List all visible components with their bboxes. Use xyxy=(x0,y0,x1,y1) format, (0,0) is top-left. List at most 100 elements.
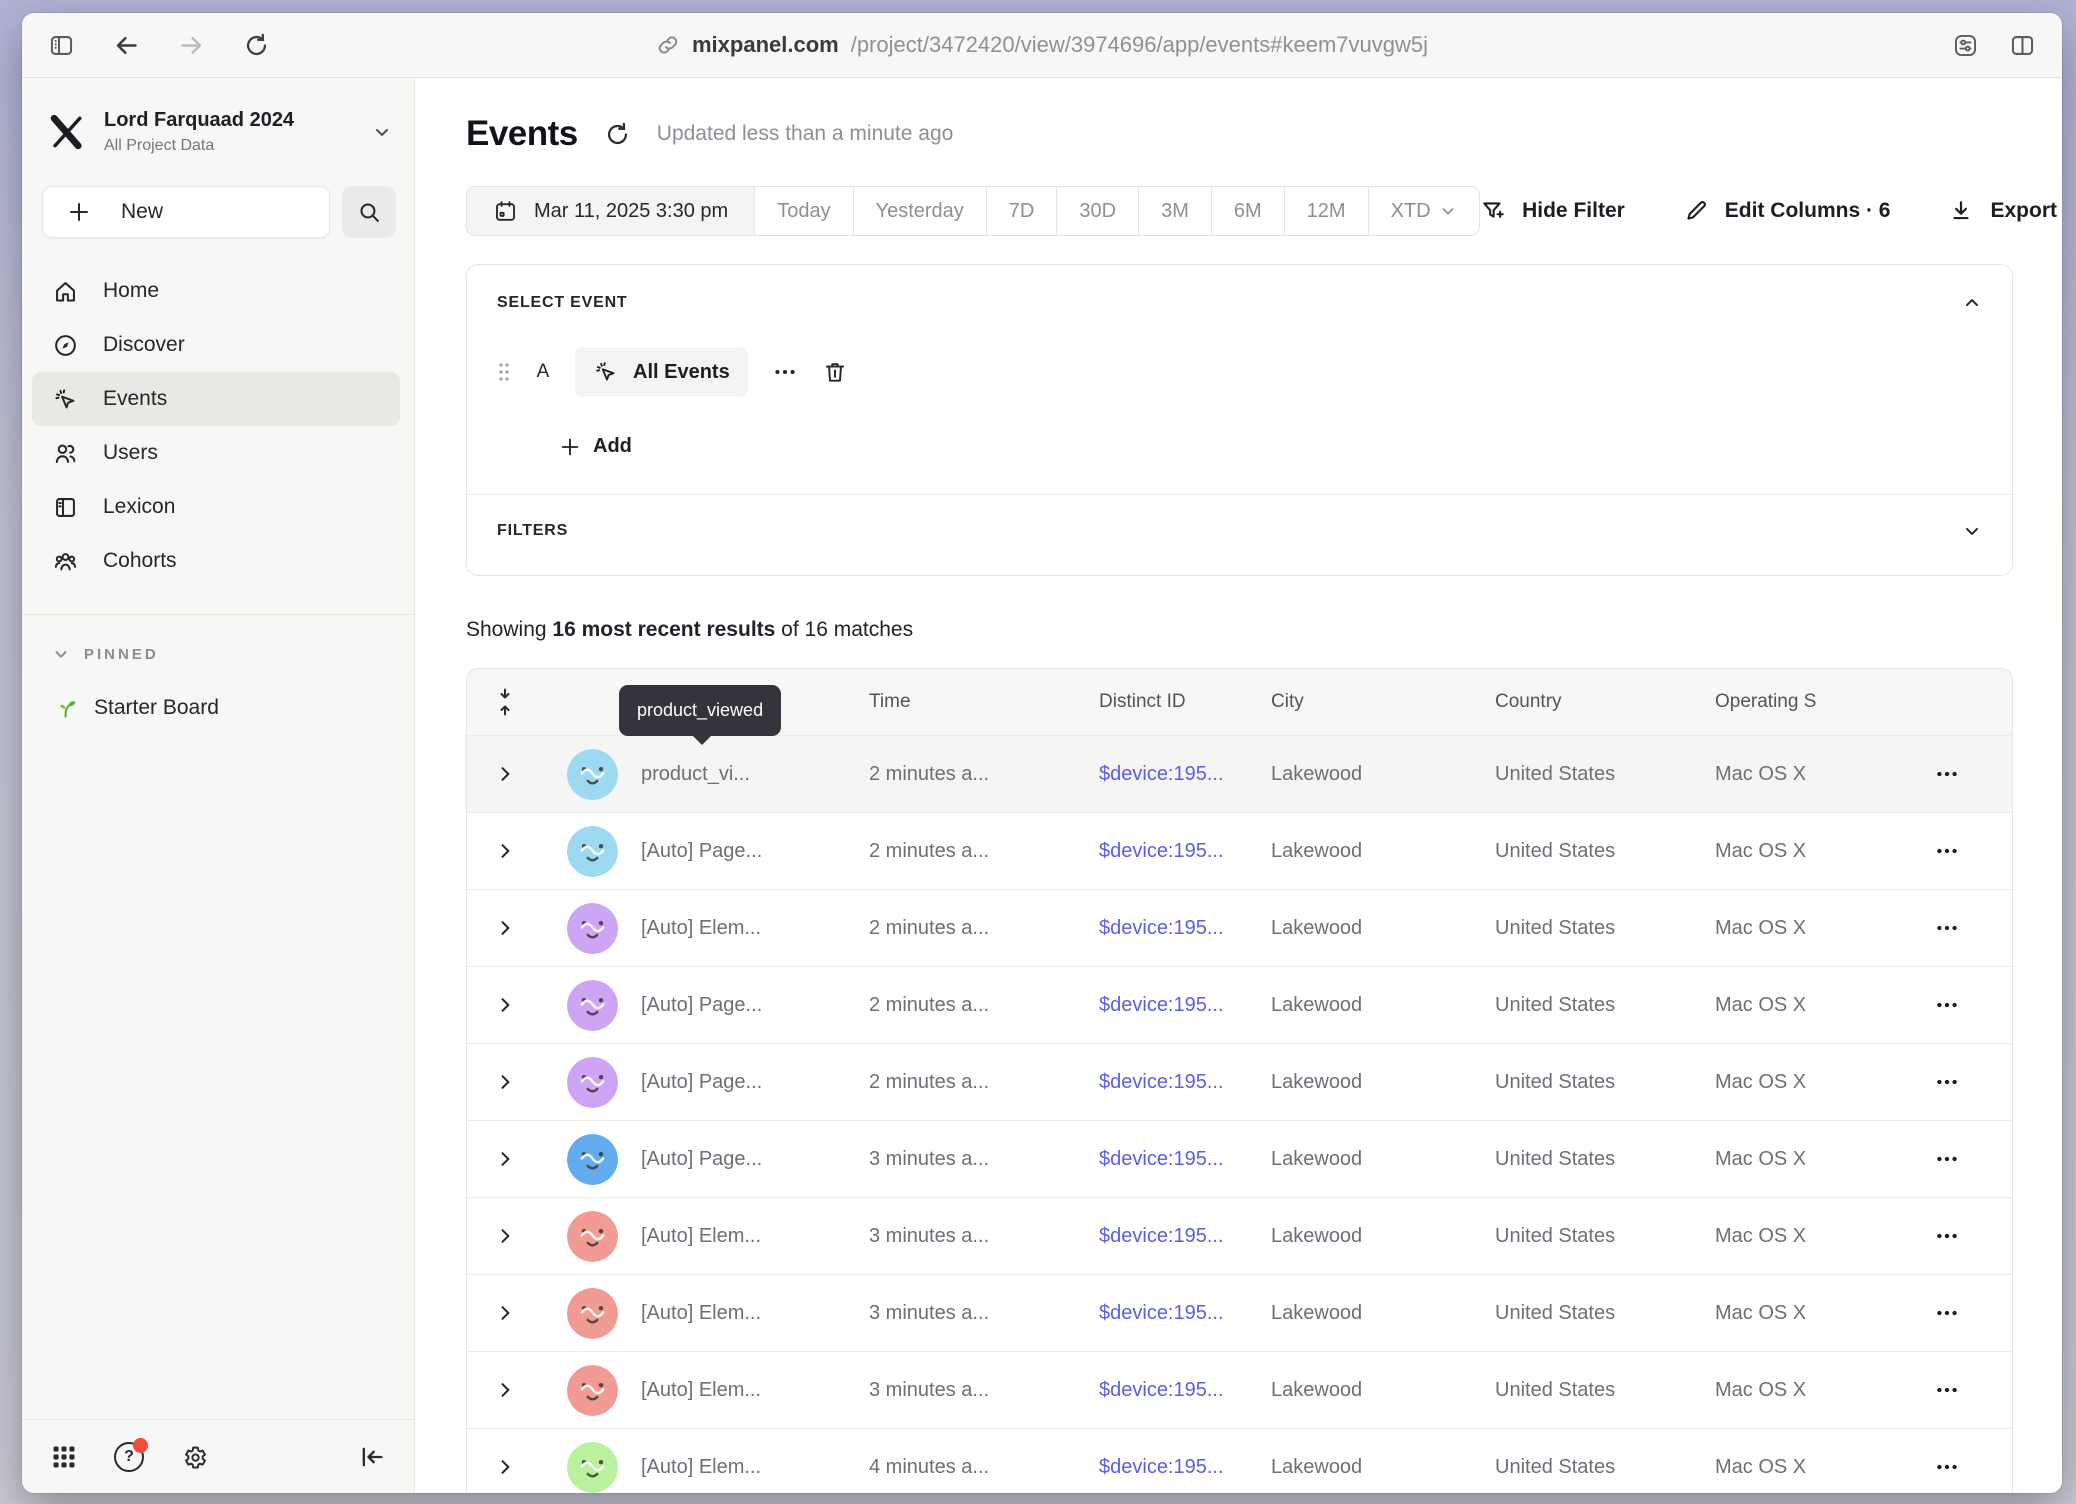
sidebar-item-lexicon[interactable]: Lexicon xyxy=(32,480,400,534)
select-event-header[interactable]: SELECT EVENT xyxy=(497,293,1982,313)
table-row[interactable]: [Auto] Elem... 4 minutes a... $device:19… xyxy=(467,1428,2012,1493)
table-row[interactable]: [Auto] Page... 2 minutes a... $device:19… xyxy=(467,966,2012,1043)
row-expand-icon[interactable] xyxy=(495,1457,515,1477)
sidebar-item-discover[interactable]: Discover xyxy=(32,318,400,372)
search-button[interactable] xyxy=(342,186,396,238)
split-view-icon[interactable] xyxy=(2009,32,2036,59)
row-actions-icon[interactable] xyxy=(1934,1300,1960,1326)
hide-filter-button[interactable]: Hide Filter xyxy=(1480,198,1625,224)
row-expand-icon[interactable] xyxy=(495,1303,515,1323)
event-avatar xyxy=(567,903,618,954)
help-icon[interactable]: ? xyxy=(114,1442,144,1472)
distinct-id-link[interactable]: $device:195... xyxy=(1099,917,1224,939)
event-name-cell: [Auto] Page... xyxy=(641,840,869,863)
range-12m[interactable]: 12M xyxy=(1285,187,1369,235)
row-actions-icon[interactable] xyxy=(1934,1454,1960,1480)
country-cell: United States xyxy=(1495,763,1715,786)
date-picker[interactable]: Mar 11, 2025 3:30 pm xyxy=(467,187,755,235)
project-switcher[interactable]: Lord Farquaad 2024 All Project Data xyxy=(22,78,414,164)
browser-sidebar-toggle-icon[interactable] xyxy=(48,32,75,59)
back-button[interactable] xyxy=(113,32,140,59)
row-actions-icon[interactable] xyxy=(1934,992,1960,1018)
sidebar-item-users[interactable]: Users xyxy=(32,426,400,480)
event-selector-chip[interactable]: All Events xyxy=(575,347,748,397)
refresh-icon[interactable] xyxy=(604,121,631,148)
table-row[interactable]: [Auto] Page... 2 minutes a... $device:19… xyxy=(467,1043,2012,1120)
new-button[interactable]: New xyxy=(42,186,330,238)
table-row[interactable]: [Auto] Page... 2 minutes a... $device:19… xyxy=(467,812,2012,889)
column-city[interactable]: City xyxy=(1271,691,1495,713)
pinned-section-header[interactable]: PINNED xyxy=(52,645,414,663)
edit-columns-button[interactable]: Edit Columns · 6 xyxy=(1683,198,1891,224)
row-actions-icon[interactable] xyxy=(1934,1146,1960,1172)
range-today[interactable]: Today xyxy=(755,187,853,235)
range-xtd[interactable]: XTD xyxy=(1369,187,1479,235)
reload-button[interactable] xyxy=(243,32,270,59)
row-expand-icon[interactable] xyxy=(495,764,515,784)
distinct-id-link[interactable]: $device:195... xyxy=(1099,1456,1224,1478)
table-row[interactable]: [Auto] Elem... 3 minutes a... $device:19… xyxy=(467,1274,2012,1351)
query-builder-card: SELECT EVENT A All Events xyxy=(466,264,2013,576)
row-expand-icon[interactable] xyxy=(495,1149,515,1169)
distinct-id-link[interactable]: $device:195... xyxy=(1099,994,1224,1016)
add-event-button[interactable]: Add xyxy=(559,435,1982,458)
sidebar-item-cohorts[interactable]: Cohorts xyxy=(32,534,400,588)
column-country[interactable]: Country xyxy=(1495,691,1715,713)
distinct-id-link[interactable]: $device:195... xyxy=(1099,1379,1224,1401)
export-button[interactable]: Export xyxy=(1948,198,2057,224)
range-label: 30D xyxy=(1079,200,1116,223)
collapse-rows-icon[interactable] xyxy=(493,687,517,717)
table-row[interactable]: [Auto] Elem... 3 minutes a... $device:19… xyxy=(467,1197,2012,1274)
home-icon xyxy=(52,278,79,305)
distinct-id-link[interactable]: $device:195... xyxy=(1099,1148,1224,1170)
row-expand-icon[interactable] xyxy=(495,841,515,861)
column-distinct-id[interactable]: Distinct ID xyxy=(1099,691,1271,713)
sidebar-item-starter-board[interactable]: Starter Board xyxy=(52,695,414,721)
range-6m[interactable]: 6M xyxy=(1212,187,1285,235)
address-bar[interactable]: mixpanel.com/project/3472420/view/397469… xyxy=(656,32,1428,58)
distinct-id-link[interactable]: $device:195... xyxy=(1099,1225,1224,1247)
table-row[interactable]: [Auto] Elem... 2 minutes a... $device:19… xyxy=(467,889,2012,966)
more-options-icon[interactable] xyxy=(772,359,798,385)
chevron-up-icon[interactable] xyxy=(1962,293,1982,313)
column-time[interactable]: Time xyxy=(869,691,1099,713)
gear-icon[interactable] xyxy=(180,1443,208,1471)
summary-prefix: Showing xyxy=(466,618,552,641)
row-expand-icon[interactable] xyxy=(495,918,515,938)
sidebar-item-home[interactable]: Home xyxy=(32,264,400,318)
column-operating-system[interactable]: Operating S xyxy=(1715,691,1881,713)
collapse-sidebar-icon[interactable] xyxy=(358,1443,386,1471)
table-row[interactable]: [Auto] Elem... 3 minutes a... $device:19… xyxy=(467,1351,2012,1428)
row-actions-icon[interactable] xyxy=(1934,1223,1960,1249)
trash-icon[interactable] xyxy=(822,359,848,385)
apps-grid-icon[interactable] xyxy=(50,1443,78,1471)
distinct-id-link[interactable]: $device:195... xyxy=(1099,1302,1224,1324)
row-expand-icon[interactable] xyxy=(495,1226,515,1246)
chevron-down-icon[interactable] xyxy=(1962,521,1982,541)
row-actions-icon[interactable] xyxy=(1934,838,1960,864)
table-row[interactable]: [Auto] Page... 3 minutes a... $device:19… xyxy=(467,1120,2012,1197)
project-name: Lord Farquaad 2024 xyxy=(104,109,356,132)
range-yesterday[interactable]: Yesterday xyxy=(854,187,987,235)
row-actions-icon[interactable] xyxy=(1934,915,1960,941)
distinct-id-link[interactable]: $device:195... xyxy=(1099,1071,1224,1093)
row-actions-icon[interactable] xyxy=(1934,761,1960,787)
range-30d[interactable]: 30D xyxy=(1057,187,1139,235)
country-cell: United States xyxy=(1495,1225,1715,1248)
page-settings-icon[interactable] xyxy=(1952,32,1979,59)
sidebar-item-events[interactable]: Events xyxy=(32,372,400,426)
row-expand-icon[interactable] xyxy=(495,995,515,1015)
range-3m[interactable]: 3M xyxy=(1139,187,1212,235)
row-actions-icon[interactable] xyxy=(1934,1377,1960,1403)
row-expand-icon[interactable] xyxy=(495,1380,515,1400)
range-7d[interactable]: 7D xyxy=(987,187,1058,235)
table-row[interactable]: product_vi... 2 minutes a... $device:195… xyxy=(467,735,2012,812)
distinct-id-link[interactable]: $device:195... xyxy=(1099,840,1224,862)
filters-header[interactable]: FILTERS xyxy=(497,521,1982,541)
row-expand-icon[interactable] xyxy=(495,1072,515,1092)
city-cell: Lakewood xyxy=(1271,1225,1495,1248)
distinct-id-link[interactable]: $device:195... xyxy=(1099,763,1224,785)
drag-handle-icon[interactable] xyxy=(497,361,511,383)
forward-button[interactable] xyxy=(178,32,205,59)
row-actions-icon[interactable] xyxy=(1934,1069,1960,1095)
